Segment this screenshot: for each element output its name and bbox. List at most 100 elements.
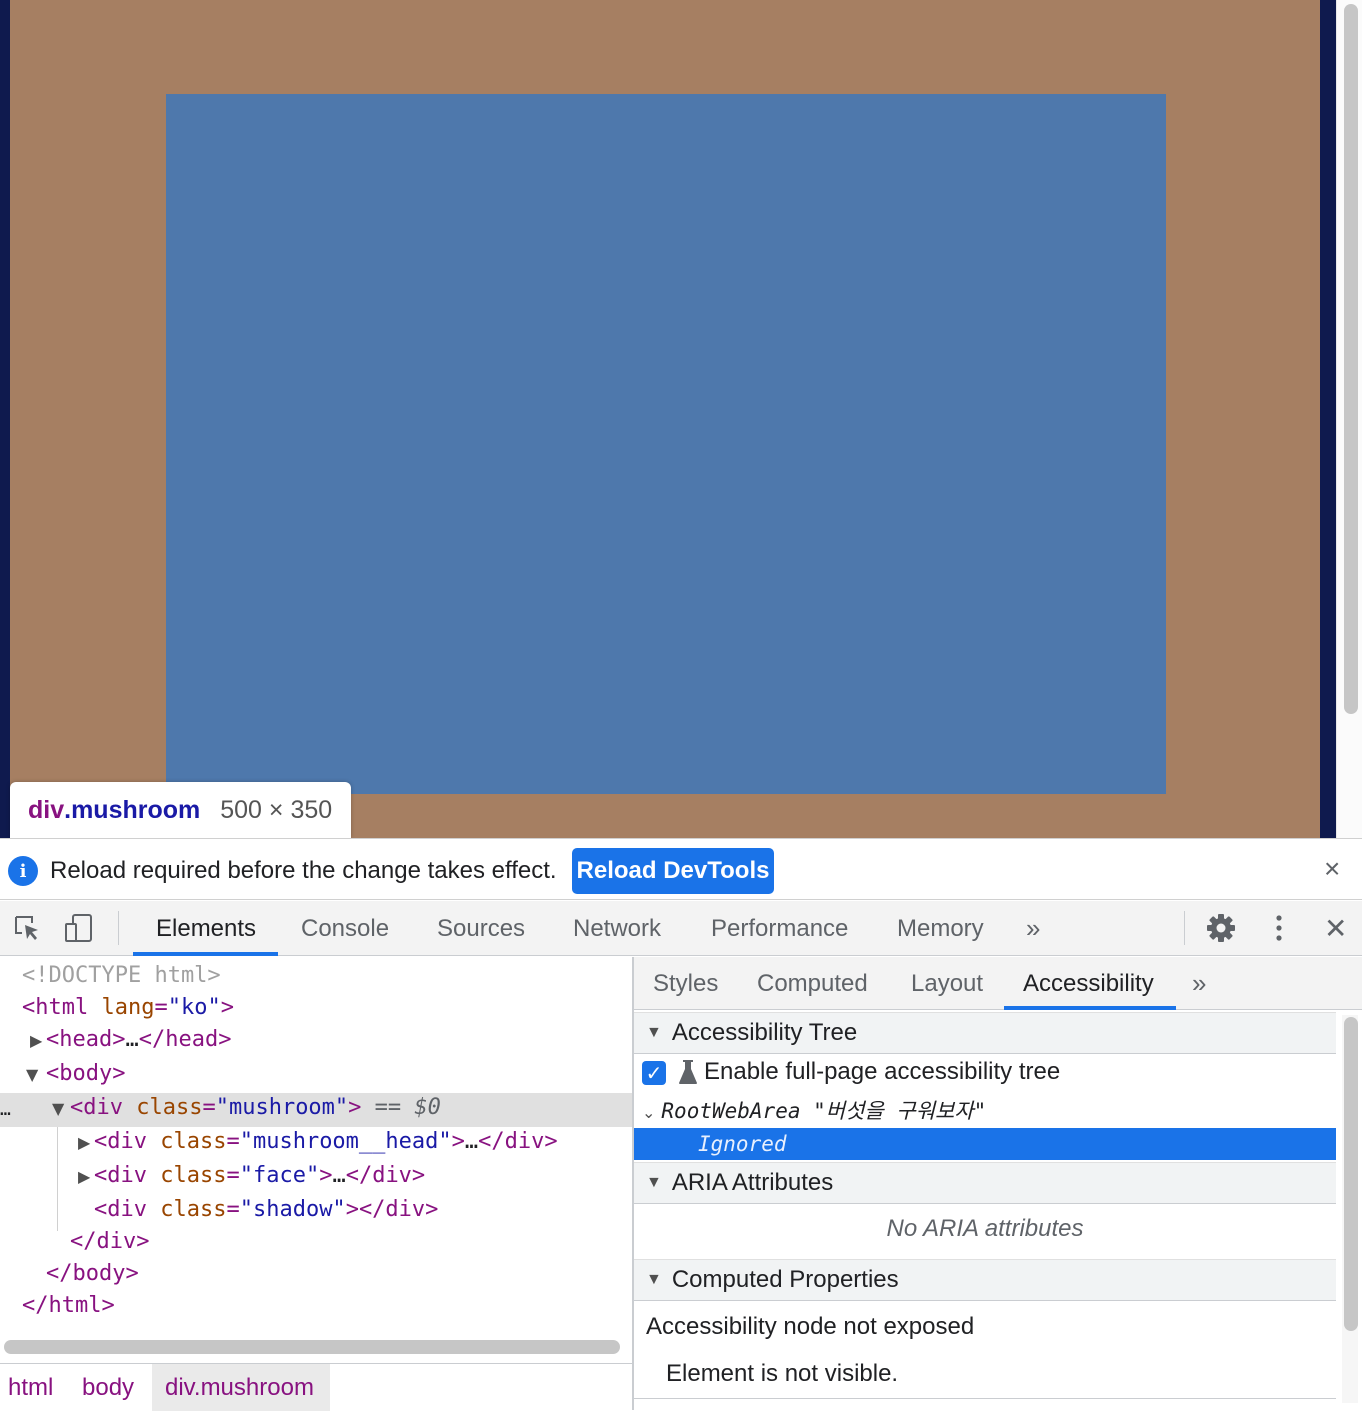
tab-console[interactable]: Console: [301, 901, 389, 956]
section-title: ARIA Attributes: [671, 1169, 834, 1196]
no-aria-message: No ARIA attributes: [886, 1215, 1084, 1242]
more-tabs-icon[interactable]: »: [1026, 901, 1040, 956]
tag-name: </head>: [138, 1027, 232, 1052]
collapse-triangle-icon: ▼: [646, 1174, 662, 1191]
element-highlight-content: [166, 94, 1166, 794]
settings-gear-icon[interactable]: [1206, 913, 1236, 943]
inspect-element-icon[interactable]: [12, 913, 42, 943]
tab-layout[interactable]: Layout: [911, 957, 983, 1010]
infobar-close-icon[interactable]: ×: [1324, 854, 1340, 884]
tab-network[interactable]: Network: [573, 901, 661, 956]
dom-node-shadow[interactable]: <div class="shadow"></div>: [94, 1194, 438, 1226]
aria-attributes-header[interactable]: ▼ ARIA Attributes: [634, 1162, 1336, 1204]
tab-memory[interactable]: Memory: [897, 901, 984, 956]
section-title: Computed Properties: [671, 1266, 899, 1293]
tooltip-tag-name: div: [28, 795, 65, 824]
collapse-triangle-icon: ▼: [646, 1024, 662, 1041]
device-toolbar-icon[interactable]: [64, 913, 94, 943]
reload-devtools-button[interactable]: Reload DevTools: [572, 848, 774, 894]
tab-performance[interactable]: Performance: [711, 901, 848, 956]
attr-value: "ko": [167, 995, 221, 1020]
close-devtools-icon[interactable]: ✕: [1324, 901, 1347, 956]
tag-name: </div>: [478, 1129, 558, 1154]
more-options-icon[interactable]: [1264, 913, 1294, 943]
dom-close-body[interactable]: </body>: [46, 1258, 139, 1290]
expand-triangle-icon[interactable]: ▶: [78, 1133, 90, 1152]
expand-triangle-icon[interactable]: ▶: [78, 1167, 90, 1186]
element-tooltip: div .mushroom 500 × 350: [10, 782, 351, 838]
expand-triangle-icon[interactable]: ▶: [30, 1031, 42, 1050]
attr-name: class: [160, 1129, 227, 1154]
collapse-triangle-icon[interactable]: ▼: [26, 1065, 38, 1084]
dom-node-face[interactable]: <div class="face">…</div>: [94, 1160, 425, 1192]
tab-computed[interactable]: Computed: [757, 957, 868, 1010]
enable-full-page-tree-label[interactable]: Enable full-page accessibility tree: [704, 1058, 1060, 1086]
breadcrumb-div-mushroom[interactable]: div.mushroom: [152, 1364, 330, 1411]
toolbar-separator: [1184, 911, 1185, 945]
tab-accessibility[interactable]: Accessibility: [1023, 957, 1154, 1010]
dom-close-div[interactable]: </div>: [70, 1226, 149, 1258]
doctype-line[interactable]: <!DOCTYPE html>: [22, 960, 221, 992]
enable-full-page-tree-checkbox[interactable]: ✓: [642, 1061, 666, 1085]
page-border-left: [0, 0, 10, 838]
computed-properties-header[interactable]: ▼ Computed Properties: [634, 1259, 1336, 1301]
tag-name: <head>: [46, 1027, 126, 1052]
breadcrumb: html body div.mushroom: [0, 1363, 632, 1411]
elements-sidebar: Styles Computed Layout Accessibility » ▼…: [634, 957, 1362, 1410]
tag-name: <div: [94, 1163, 147, 1188]
dom-close-html[interactable]: </html>: [22, 1290, 115, 1322]
collapse-triangle-icon[interactable]: ▼: [52, 1099, 64, 1118]
page-scrollbar-thumb[interactable]: [1344, 4, 1358, 714]
experiment-flask-icon: [679, 1060, 697, 1084]
tab-sources[interactable]: Sources: [437, 901, 525, 956]
toolbar-separator: [118, 911, 119, 945]
more-sidebar-tabs-icon[interactable]: »: [1192, 957, 1206, 1010]
section-title: Accessibility Tree: [671, 1019, 858, 1046]
attr-name: class: [160, 1197, 227, 1222]
attr-value: "shadow": [239, 1197, 346, 1222]
indent-guide: [57, 1127, 58, 1231]
horizontal-scrollbar[interactable]: [4, 1340, 620, 1354]
tab-elements[interactable]: Elements: [156, 901, 256, 956]
attr-name: class: [136, 1095, 203, 1120]
tag-name: </div>: [358, 1197, 439, 1222]
selected-marker: == $0: [374, 1095, 441, 1120]
tag-name: </div>: [345, 1163, 426, 1188]
active-sidebar-tab-indicator: [1004, 1006, 1176, 1010]
tag-name: <div: [94, 1197, 147, 1222]
chevron-down-icon: ⌄: [642, 1103, 656, 1122]
collapse-triangle-icon: ▼: [646, 1271, 662, 1288]
breadcrumb-html[interactable]: html: [8, 1364, 53, 1411]
tooltip-dimensions: 500 × 350: [220, 795, 333, 824]
tab-styles[interactable]: Styles: [653, 957, 718, 1010]
not-visible-reason: Element is not visible.: [666, 1360, 899, 1387]
active-tab-indicator: [133, 952, 278, 956]
attr-value: "mushroom": [215, 1095, 349, 1120]
tooltip-class-name: .mushroom: [64, 795, 201, 824]
row-actions-icon[interactable]: …: [0, 1094, 11, 1126]
tag-name: <html: [22, 995, 89, 1020]
ignored-node-selected[interactable]: Ignored: [634, 1128, 1336, 1160]
collapsed-ellipsis: …: [464, 1129, 479, 1154]
infobar-message: Reload required before the change takes …: [50, 857, 557, 884]
attr-value: "face": [239, 1163, 320, 1188]
sidebar-scrollbar-thumb[interactable]: [1344, 1017, 1358, 1331]
accessibility-tree-header[interactable]: ▼ Accessibility Tree: [634, 1012, 1336, 1054]
ax-role: RootWebArea: [661, 1099, 801, 1123]
section-divider: [634, 1398, 1336, 1399]
breadcrumb-body[interactable]: body: [82, 1364, 134, 1411]
dom-node-body[interactable]: <body>: [46, 1058, 125, 1090]
collapsed-ellipsis: …: [125, 1027, 139, 1052]
root-web-area-node[interactable]: ⌄ RootWebArea "버섯을 구워보자": [634, 1094, 986, 1128]
dom-node-html[interactable]: <html lang="ko">: [22, 992, 234, 1024]
page-viewport: div .mushroom 500 × 350: [0, 0, 1362, 838]
ignored-label: Ignored: [698, 1132, 787, 1156]
info-icon: i: [8, 856, 38, 886]
attr-value: "mushroom__head": [239, 1129, 452, 1154]
tag-name: <div: [94, 1129, 147, 1154]
dom-node-mushroom[interactable]: <div class="mushroom"> == $0: [70, 1092, 441, 1124]
dom-node-head[interactable]: <head>…</head>: [46, 1024, 231, 1056]
tag-name: <body>: [46, 1061, 126, 1086]
sidebar-tabs: Styles Computed Layout Accessibility »: [634, 957, 1362, 1010]
dom-node-mushroom-head[interactable]: <div class="mushroom__head">…</div>: [94, 1126, 558, 1158]
